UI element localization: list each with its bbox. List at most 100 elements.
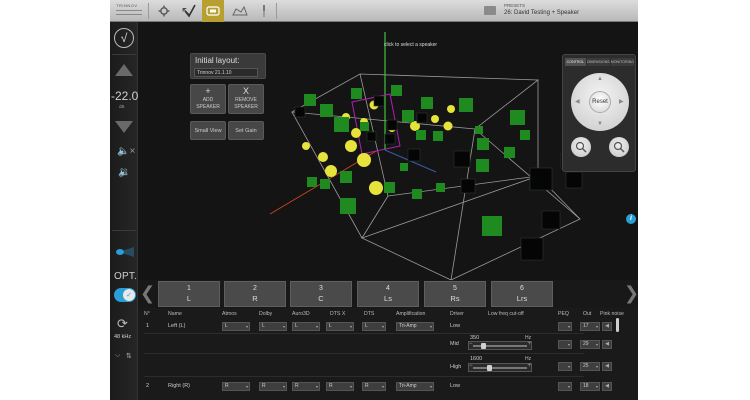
set-gain-button[interactable]: Set Gain bbox=[228, 121, 264, 140]
initial-layout-select[interactable]: Trinnov 21.1.10 bbox=[194, 68, 258, 77]
chevron-right-icon[interactable]: ❯ bbox=[624, 283, 638, 303]
speaker-label: C bbox=[318, 294, 324, 303]
volume-up-button[interactable] bbox=[115, 64, 133, 76]
magnifier-icon bbox=[575, 141, 587, 153]
chevron-down-icon: ▾ bbox=[381, 324, 384, 329]
info-icon[interactable]: i bbox=[626, 214, 636, 224]
auro3d-select[interactable]: L ▾ bbox=[292, 322, 320, 331]
minus-icon[interactable]: − bbox=[469, 341, 473, 347]
opt-toggle[interactable]: ✓ bbox=[114, 288, 136, 302]
select-value: R bbox=[262, 383, 266, 389]
arrow-up-icon[interactable]: ▲ bbox=[597, 76, 603, 82]
pink-noise-icon[interactable]: ◀ bbox=[602, 382, 612, 391]
pink-noise-icon[interactable]: ◀ bbox=[602, 322, 612, 331]
freq-slider[interactable]: − + bbox=[468, 363, 532, 372]
freq-slider[interactable]: − + bbox=[468, 341, 532, 350]
add-speaker-button[interactable]: + ADD SPEAKER bbox=[190, 84, 226, 114]
out-select[interactable]: 29 ▾ bbox=[580, 340, 600, 349]
initial-layout-label: Initial layout: bbox=[195, 56, 240, 65]
speaker-selector-strip: ❮ 1 L 2 R 3 C 4 Ls 5 Rs 6 Lrs ❯ bbox=[138, 280, 638, 308]
view-control-panel: CONTROL DIMENSIONS MONITORING ▲ ▼ ◀ ▶ Re… bbox=[562, 54, 636, 172]
dim-icon[interactable]: 🔉 bbox=[118, 167, 130, 178]
chevron-down-icon: ▾ bbox=[282, 324, 285, 329]
amplification-select[interactable]: Tri-Amp ▾ bbox=[396, 322, 434, 331]
arrow-right-icon[interactable]: ▶ bbox=[619, 98, 624, 105]
rotation-pad[interactable]: ▲ ▼ ◀ ▶ Reset bbox=[571, 73, 629, 131]
out-select[interactable]: 25 ▾ bbox=[580, 362, 600, 371]
out-select[interactable]: 18 ▾ bbox=[580, 382, 600, 391]
arrow-down-icon[interactable]: ▼ bbox=[597, 121, 603, 127]
speaker-tile[interactable]: 5 Rs bbox=[424, 281, 486, 307]
minus-icon[interactable]: − bbox=[469, 363, 473, 369]
speaker-3d-view[interactable]: click to select a speaker Initial layout… bbox=[138, 22, 638, 281]
arrow-left-icon[interactable]: ◀ bbox=[575, 98, 580, 105]
small-view-button[interactable]: Small View bbox=[190, 121, 226, 140]
speaker-tile[interactable]: 4 Ls bbox=[357, 281, 419, 307]
tab-monitoring[interactable]: MONITORING bbox=[610, 58, 635, 66]
speaker-tile[interactable]: 3 C bbox=[290, 281, 352, 307]
pink-noise-icon[interactable]: ◀ bbox=[602, 362, 612, 371]
speaker-tile[interactable]: 6 Lrs bbox=[491, 281, 553, 307]
auro3d-select[interactable]: R ▾ bbox=[292, 382, 320, 391]
opt-label: OPT. bbox=[114, 271, 138, 282]
chevron-down-icon: ▾ bbox=[245, 384, 248, 389]
chevron-down-icon: ▾ bbox=[429, 324, 432, 329]
dtsx-select[interactable]: R ▾ bbox=[326, 382, 354, 391]
trinnov-logo-icon[interactable]: √ bbox=[114, 28, 134, 48]
gear-icon[interactable] bbox=[152, 0, 176, 22]
reset-button[interactable]: Reset bbox=[589, 91, 611, 113]
speaker-tile[interactable]: 1 L bbox=[158, 281, 220, 307]
row-number: 2 bbox=[146, 383, 150, 389]
col-header: PEQ bbox=[558, 311, 569, 317]
freq-unit: Hz bbox=[525, 356, 532, 362]
freq-value: 1600 bbox=[470, 356, 483, 362]
chevron-left-icon[interactable]: ❮ bbox=[140, 283, 155, 303]
atmos-select[interactable]: R ▾ bbox=[222, 382, 250, 391]
tab-control[interactable]: CONTROL bbox=[565, 58, 587, 66]
slider-track bbox=[473, 367, 527, 369]
peq-select[interactable]: ▾ bbox=[558, 382, 572, 391]
presets-selector[interactable]: PRESETS 26: David Testing + Speaker bbox=[482, 2, 638, 20]
volume-down-button[interactable] bbox=[115, 121, 133, 133]
checkmark-icon[interactable] bbox=[178, 0, 202, 22]
speaker-layout-icon[interactable] bbox=[202, 0, 224, 22]
tab-dimensions[interactable]: DIMENSIONS bbox=[586, 58, 611, 66]
chevron-down-icon: ▾ bbox=[349, 384, 352, 389]
pink-noise-icon[interactable]: ◀ bbox=[602, 340, 612, 349]
dts-select[interactable]: R ▾ bbox=[362, 382, 386, 391]
speaker-number: 4 bbox=[386, 285, 390, 292]
chevron-down-icon: ▾ bbox=[567, 384, 570, 389]
folder-icon bbox=[484, 6, 496, 15]
table-scrollbar[interactable] bbox=[616, 318, 619, 332]
select-value: R bbox=[365, 383, 369, 389]
dolby-select[interactable]: L ▾ bbox=[259, 322, 287, 331]
zoom-out-button[interactable] bbox=[571, 137, 591, 157]
out-select[interactable]: 17 ▾ bbox=[580, 322, 600, 331]
atmos-select[interactable]: L ▾ bbox=[222, 322, 250, 331]
plus-icon[interactable]: + bbox=[527, 363, 531, 369]
mute-icon[interactable]: 🔈× bbox=[117, 146, 135, 157]
dts-select[interactable]: L ▾ bbox=[362, 322, 386, 331]
speaker-label: Lrs bbox=[516, 294, 528, 303]
sync-icon[interactable]: ⟳ bbox=[117, 316, 128, 332]
peq-select[interactable]: ▾ bbox=[558, 322, 572, 331]
zoom-in-button[interactable] bbox=[609, 137, 629, 157]
slider-thumb[interactable] bbox=[487, 365, 492, 371]
row-divider bbox=[144, 376, 584, 377]
slider-thumb[interactable] bbox=[481, 343, 486, 349]
chevron-down-icon: ▾ bbox=[245, 324, 248, 329]
dolby-select[interactable]: R ▾ bbox=[259, 382, 287, 391]
mic-icon[interactable] bbox=[252, 0, 276, 22]
room-icon[interactable] bbox=[228, 0, 252, 22]
speaker-tile[interactable]: 2 R bbox=[224, 281, 286, 307]
amplification-select[interactable]: Tri-Amp ▾ bbox=[396, 382, 434, 391]
peq-select[interactable]: ▾ bbox=[558, 362, 572, 371]
dtsx-select[interactable]: L ▾ bbox=[326, 322, 354, 331]
select-value: 25 bbox=[583, 363, 589, 369]
plus-icon[interactable]: + bbox=[527, 341, 531, 347]
light-beam-icon[interactable] bbox=[114, 244, 134, 260]
peq-select[interactable]: ▾ bbox=[558, 340, 572, 349]
speaker-label: Ls bbox=[384, 294, 392, 303]
remove-speaker-button[interactable]: X REMOVE SPEAKER bbox=[228, 84, 264, 114]
chevron-down-icon: ▾ bbox=[567, 364, 570, 369]
